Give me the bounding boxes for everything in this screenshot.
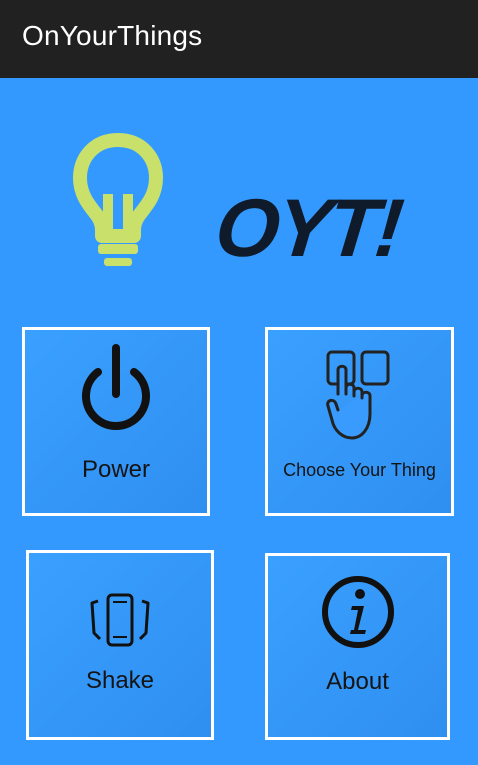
app-title: OnYourThings — [22, 20, 203, 51]
action-bar: OnYourThings — [0, 0, 478, 78]
tap-select-icon — [325, 350, 389, 440]
logo-text: OYT! — [211, 183, 405, 274]
power-button[interactable]: Power — [22, 327, 210, 516]
about-button[interactable]: About — [265, 553, 450, 740]
shake-label: Shake — [85, 667, 155, 694]
info-icon — [321, 576, 394, 648]
about-label: About — [326, 668, 389, 695]
power-icon — [82, 344, 150, 430]
choose-your-thing-label: Choose Your Thing — [283, 460, 436, 480]
shake-phone-icon — [90, 593, 150, 647]
power-label: Power — [81, 456, 151, 483]
choose-your-thing-button[interactable]: Choose Your Thing — [265, 327, 454, 516]
lightbulb-icon — [73, 133, 163, 266]
shake-button[interactable]: Shake — [26, 550, 214, 740]
